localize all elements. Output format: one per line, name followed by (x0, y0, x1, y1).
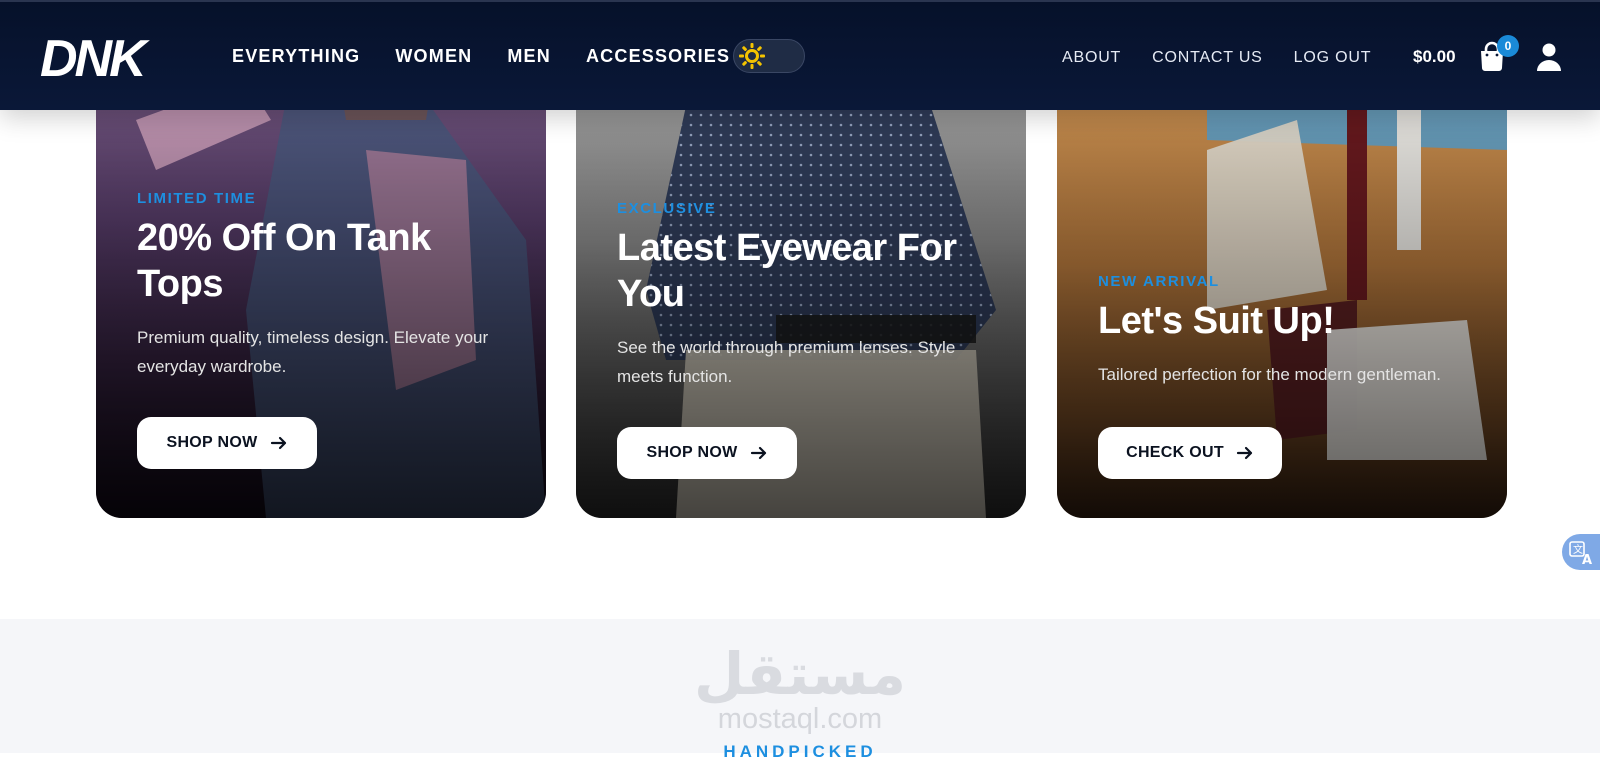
shop-now-button[interactable]: SHOP NOW (617, 427, 797, 479)
translate-widget-button[interactable]: 文 A (1562, 534, 1600, 570)
promo-eyebrow: EXCLUSIVE (617, 200, 717, 217)
svg-text:DNK: DNK (40, 30, 150, 84)
cta-label: SHOP NOW (646, 444, 738, 461)
cart-total[interactable]: $0.00 (1413, 47, 1456, 67)
theme-toggle[interactable] (733, 39, 805, 73)
nav-women[interactable]: WOMEN (395, 46, 472, 67)
section-eyebrow: HANDPICKED (723, 742, 877, 761)
nav-log-out[interactable]: LOG OUT (1294, 49, 1372, 67)
svg-text:A: A (1582, 553, 1592, 568)
arrow-right-icon (750, 446, 766, 460)
watermark-arabic: مستقل (693, 640, 907, 708)
promo-title: Let's Suit Up! (1098, 300, 1335, 342)
nav-men[interactable]: MEN (507, 46, 551, 67)
promo-description: Premium quality, timeless design. Elevat… (137, 328, 489, 376)
site-header: DNK EVERYTHING WOMEN MEN ACCESSORIES ABO… (0, 0, 1600, 110)
translate-icon: 文 A (1569, 541, 1592, 568)
cart-count-badge: 0 (1497, 35, 1519, 57)
nav-everything[interactable]: EVERYTHING (232, 46, 360, 67)
promo-description: See the world through premium lenses. St… (617, 338, 956, 386)
nav-about[interactable]: ABOUT (1062, 49, 1121, 67)
cta-label: SHOP NOW (166, 434, 258, 451)
watermark-latin: mostaql.com (717, 703, 883, 735)
arrow-right-icon (1236, 446, 1253, 460)
user-icon[interactable] (1536, 42, 1562, 72)
promo-title: Latest Eyewear For You (617, 227, 957, 315)
secondary-navigation: ABOUT CONTACT US LOG OUT (1062, 49, 1402, 67)
arrow-right-icon (270, 436, 286, 450)
promo-title: 20% Off On Tank Tops (137, 217, 431, 305)
promo-card-eyewear: EXCLUSIVE Latest Eyewear For You See the… (576, 60, 1026, 518)
nav-accessories[interactable]: ACCESSORIES (586, 46, 730, 67)
sun-icon (738, 42, 766, 70)
promo-eyebrow: NEW ARRIVAL (1098, 273, 1220, 290)
promo-card-tank-tops: LIMITED TIME 20% Off On Tank Tops Premiu… (96, 60, 546, 518)
promo-eyebrow: LIMITED TIME (137, 190, 257, 207)
check-out-button[interactable]: CHECK OUT (1098, 427, 1282, 479)
cta-label: CHECK OUT (1126, 444, 1224, 461)
promo-description: Tailored perfection for the modern gentl… (1098, 365, 1442, 384)
promo-card-suit-up: NEW ARRIVAL Let's Suit Up! Tailored perf… (1057, 60, 1507, 518)
main-navigation: EVERYTHING WOMEN MEN ACCESSORIES (232, 46, 765, 67)
shop-now-button[interactable]: SHOP NOW (137, 417, 317, 469)
nav-contact-us[interactable]: CONTACT US (1152, 49, 1263, 67)
brand-logo[interactable]: DNK (38, 28, 168, 88)
